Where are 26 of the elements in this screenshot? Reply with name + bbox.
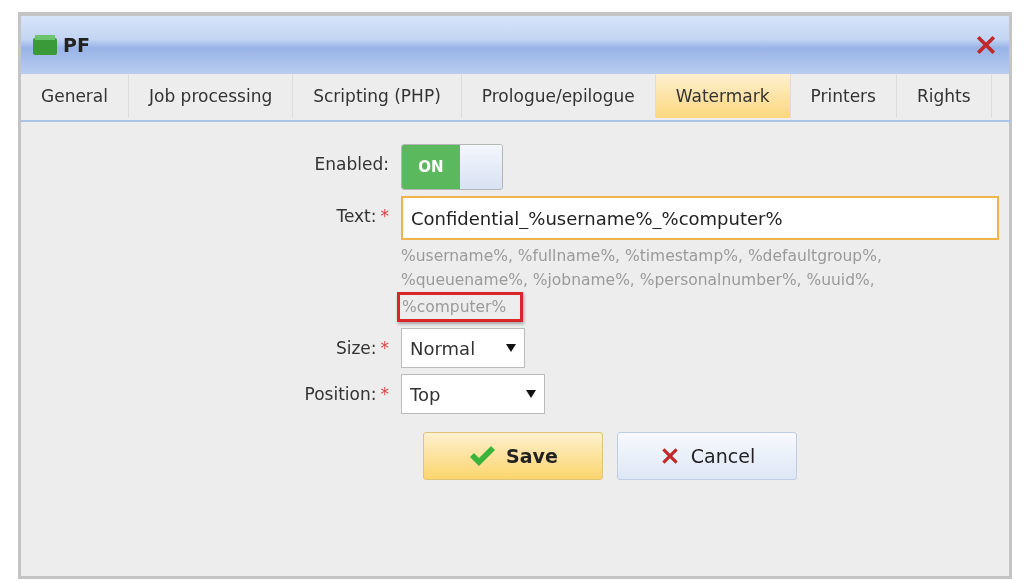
field-label: Position: bbox=[304, 384, 377, 404]
caret-icon bbox=[526, 390, 536, 398]
tab[interactable]: Job processing bbox=[129, 74, 294, 118]
tab[interactable]: General bbox=[21, 74, 129, 118]
tab[interactable]: Watermark bbox=[655, 74, 791, 118]
app-icon bbox=[33, 35, 57, 55]
tab[interactable]: Prologue/epilogue bbox=[461, 74, 656, 118]
dropdown[interactable]: Top bbox=[401, 374, 545, 414]
required-mark: * bbox=[380, 206, 389, 226]
hint-text: %username%, %fullname%, %timestamp%, %defaultgroup%, %queuename%, %jobname%, %personalnumber%, %uuid%, bbox=[401, 246, 883, 291]
highlighted-hint: %computer% bbox=[397, 292, 524, 322]
tab[interactable]: Printers bbox=[790, 74, 897, 118]
required-mark: * bbox=[380, 384, 389, 404]
required-mark: * bbox=[380, 338, 389, 358]
window-title: PF bbox=[63, 34, 91, 56]
field-label: Size: bbox=[335, 338, 377, 358]
save-button[interactable]: Save bbox=[423, 432, 603, 480]
tab[interactable]: Rights bbox=[896, 74, 992, 118]
tab[interactable]: Scripting (PHP) bbox=[293, 74, 462, 118]
check-icon bbox=[468, 444, 497, 468]
text-field[interactable]: Confidential_%username%_%computer% bbox=[401, 196, 999, 240]
field-label: Enabled: bbox=[314, 153, 389, 174]
cancel-button[interactable]: Cancel bbox=[617, 432, 797, 480]
field-label: Text: bbox=[336, 206, 377, 226]
dropdown[interactable]: Normal bbox=[401, 328, 525, 368]
caret-icon bbox=[506, 344, 516, 352]
